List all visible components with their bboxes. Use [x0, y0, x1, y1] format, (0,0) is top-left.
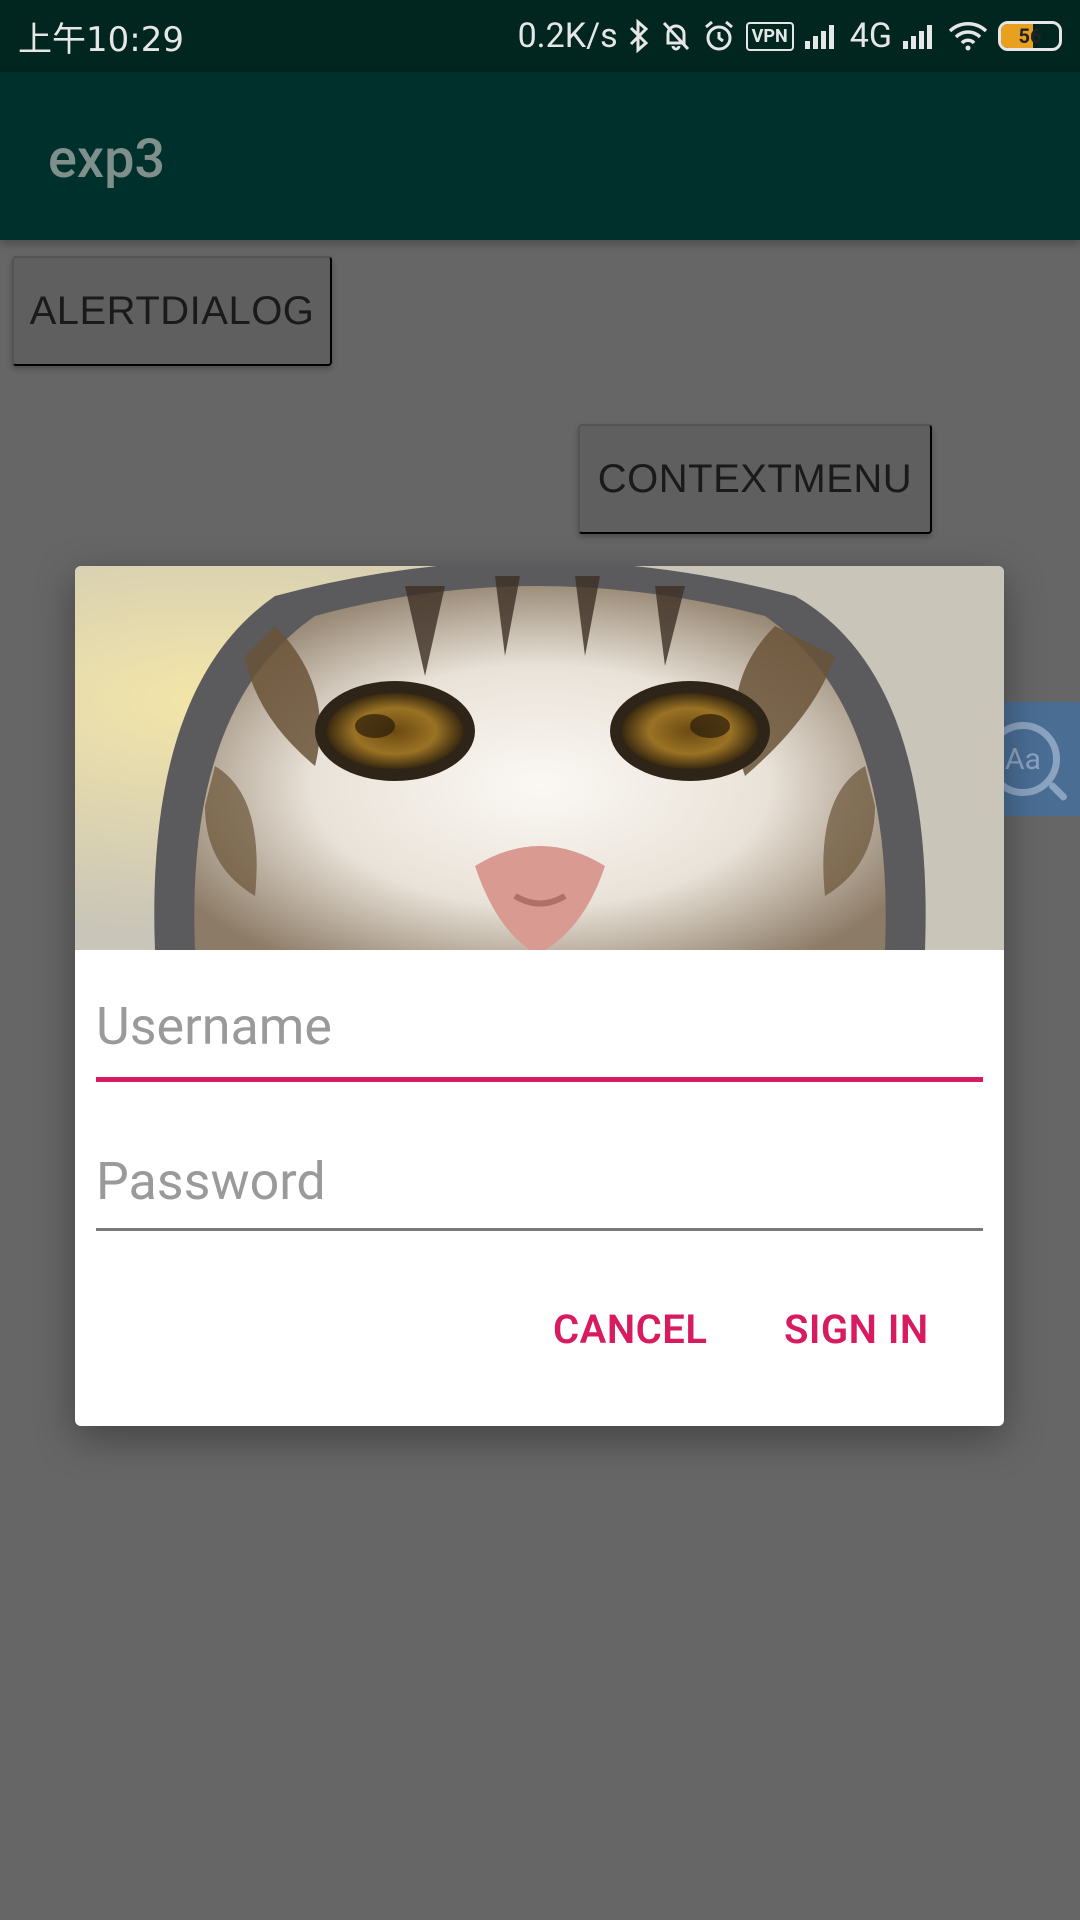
- password-field[interactable]: [96, 1151, 983, 1231]
- app-bar: exp3: [0, 72, 1080, 240]
- cat-image: [75, 566, 1004, 950]
- alarm-icon: [702, 19, 736, 53]
- signal-icon: [804, 23, 840, 49]
- battery-level: 56: [1018, 24, 1042, 48]
- bell-muted-icon: [660, 19, 692, 53]
- status-bar: 上午10:29 0.2K/s VPN 4G 56: [0, 0, 1080, 72]
- app-title: exp3: [48, 128, 166, 191]
- status-icons: 0.2K/s VPN 4G 56: [518, 16, 1062, 56]
- status-time: 上午10:29: [18, 19, 184, 60]
- password-input[interactable]: [96, 1151, 983, 1212]
- network-type: 4G: [849, 16, 892, 56]
- bluetooth-icon: [628, 19, 650, 53]
- battery-icon: 56: [998, 21, 1062, 51]
- bubble-label: Aa: [1005, 741, 1041, 777]
- username-input[interactable]: [96, 996, 983, 1057]
- cancel-button[interactable]: CANCEL: [553, 1306, 707, 1353]
- network-speed: 0.2K/s: [517, 16, 618, 56]
- sign-in-button[interactable]: SIGN IN: [784, 1306, 929, 1353]
- wifi-icon: [948, 21, 988, 51]
- alertdialog-button: ALERTDIALOG: [12, 256, 332, 366]
- login-dialog: CANCEL SIGN IN: [75, 566, 1004, 1426]
- signal-icon: [902, 23, 938, 49]
- contextmenu-button: CONTEXTMENU: [578, 424, 932, 534]
- username-field[interactable]: [96, 996, 983, 1082]
- vpn-icon: VPN: [745, 21, 794, 51]
